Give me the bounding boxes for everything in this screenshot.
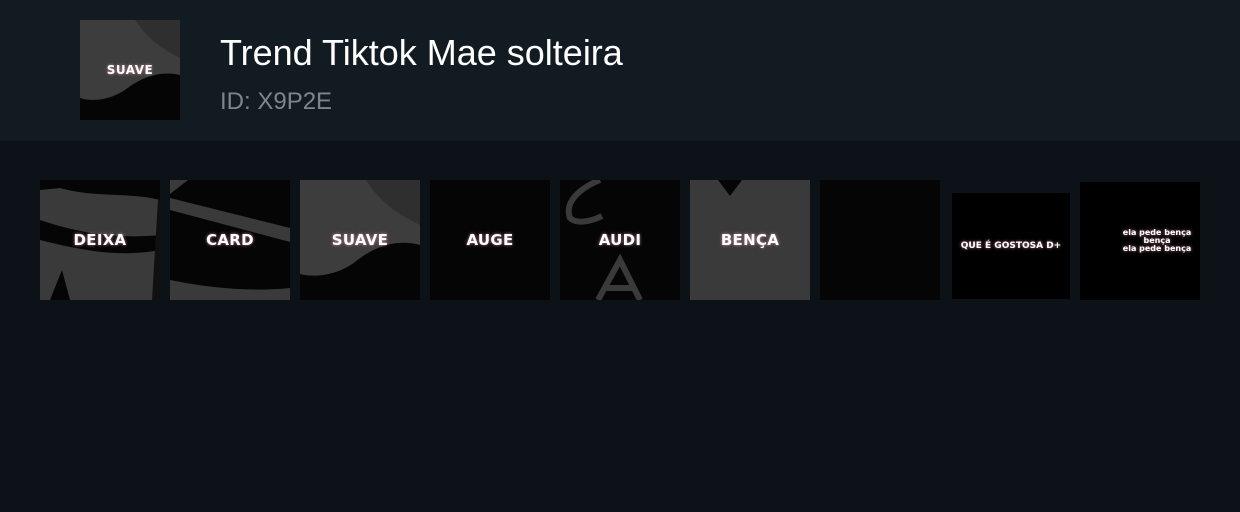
thumbnail-suave[interactable]: SUAVE: [300, 180, 420, 300]
thumbnail-label: ela pede bença bença ela pede bença: [1120, 229, 1194, 253]
thumbnail-benca[interactable]: BENÇA: [690, 180, 810, 300]
thumbnail-card[interactable]: CARD: [170, 180, 290, 300]
thumbnail-blank[interactable]: [820, 180, 940, 300]
thumbnail-auge[interactable]: AUGE: [430, 180, 550, 300]
thumbnail-que-e-gostosa[interactable]: QUE É GOSTOSA D+: [952, 193, 1070, 299]
thumbnail-label: CARD: [206, 231, 254, 249]
thumbnail-label: DEIXA: [73, 231, 127, 249]
thumbnail-strip: DEIXA CARD SUAVE AUGE AUDI BENÇA QUE É G…: [0, 0, 1240, 512]
thumbnail-audi[interactable]: AUDI: [560, 180, 680, 300]
thumbnail-label: AUGE: [466, 231, 514, 249]
thumbnail-label: AUDI: [598, 231, 642, 249]
thumbnail-ela-pede-benca[interactable]: ela pede bença bença ela pede bença: [1080, 182, 1200, 300]
thumbnail-deixa[interactable]: DEIXA: [40, 180, 160, 300]
thumbnail-label: BENÇA: [720, 231, 780, 249]
thumbnail-label: SUAVE: [331, 231, 389, 249]
caption-line: ela pede bença: [1122, 244, 1192, 253]
thumbnail-art: [820, 180, 940, 300]
thumbnail-label: QUE É GOSTOSA D+: [960, 241, 1062, 251]
